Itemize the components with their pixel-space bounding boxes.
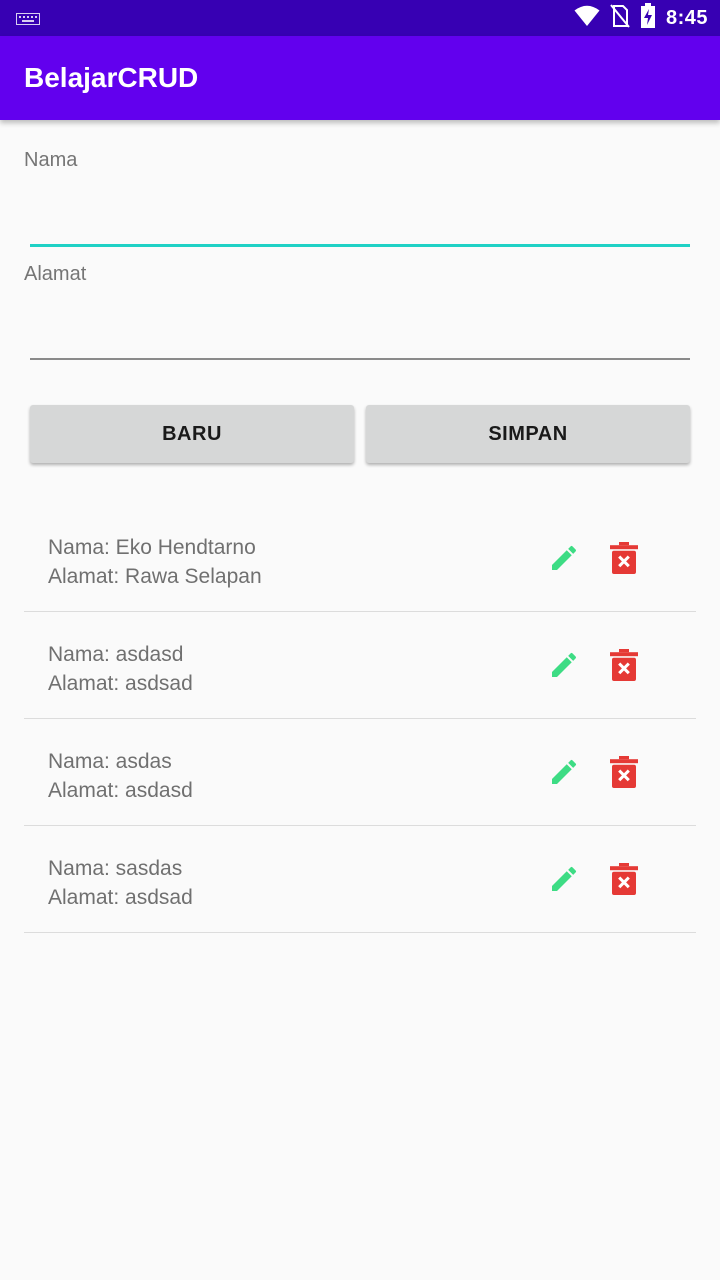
no-sim-icon <box>610 3 630 33</box>
item-nama: Nama: asdas <box>48 750 172 773</box>
status-bar: 8:45 <box>0 0 720 36</box>
nama-label: Nama <box>24 149 78 171</box>
list-item: Nama: Eko Hendtarno Alamat: Rawa Selapan <box>24 505 696 612</box>
simpan-button[interactable]: SIMPAN <box>366 405 690 463</box>
app-bar: BelajarCRUD <box>0 36 720 120</box>
keyboard-icon <box>16 12 40 30</box>
nama-input-underline <box>30 244 690 247</box>
app-title: BelajarCRUD <box>24 62 199 93</box>
alamat-label: Alamat <box>24 263 87 285</box>
edit-icon[interactable] <box>548 649 580 681</box>
item-alamat: Alamat: asdsad <box>48 886 193 909</box>
baru-button[interactable]: BARU <box>30 405 354 463</box>
alamat-input-underline <box>30 358 690 360</box>
item-nama: Nama: sasdas <box>48 857 183 880</box>
item-alamat: Alamat: asdsad <box>48 672 193 695</box>
battery-charging-icon <box>640 2 656 34</box>
list-item: Nama: asdas Alamat: asdasd <box>24 719 696 826</box>
alamat-input[interactable] <box>30 313 690 357</box>
list-item: Nama: asdasd Alamat: asdsad <box>24 612 696 719</box>
item-alamat: Alamat: Rawa Selapan <box>48 565 262 588</box>
delete-icon[interactable] <box>610 649 638 681</box>
delete-icon[interactable] <box>610 756 638 788</box>
wifi-icon <box>574 5 600 32</box>
list-item: Nama: sasdas Alamat: asdsad <box>24 826 696 933</box>
delete-icon[interactable] <box>610 863 638 895</box>
item-nama: Nama: Eko Hendtarno <box>48 536 256 559</box>
clock: 8:45 <box>665 6 708 29</box>
edit-icon[interactable] <box>548 756 580 788</box>
delete-icon[interactable] <box>610 542 638 574</box>
item-nama: Nama: asdasd <box>48 643 184 666</box>
nama-input[interactable] <box>30 200 690 244</box>
edit-icon[interactable] <box>548 863 580 895</box>
data-list: Nama: Eko Hendtarno Alamat: Rawa Selapan… <box>24 505 696 933</box>
item-alamat: Alamat: asdasd <box>48 779 193 802</box>
edit-icon[interactable] <box>548 542 580 574</box>
